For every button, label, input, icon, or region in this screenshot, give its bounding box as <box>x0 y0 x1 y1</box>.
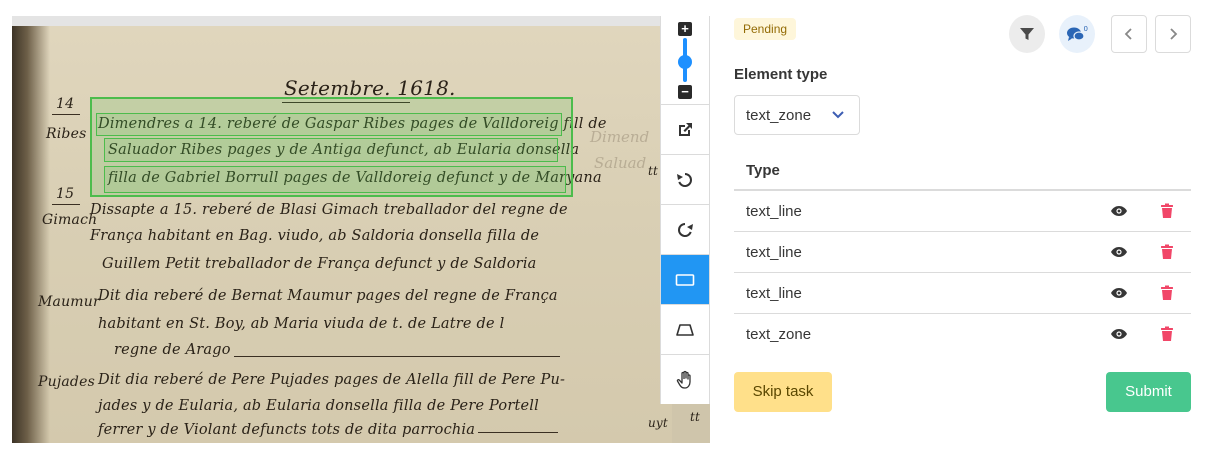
margin-note: 14 <box>56 96 75 112</box>
rotate-right-button[interactable] <box>661 205 709 255</box>
rotate-left-icon <box>677 172 692 187</box>
margin-rule <box>52 114 80 115</box>
table-row[interactable]: text_zone <box>734 314 1191 355</box>
right-mark: uyt <box>648 416 668 430</box>
manuscript-line: jades y de Eularia, ab Eularia donsella … <box>98 398 539 414</box>
filter-icon <box>1020 28 1034 40</box>
zoom-out-button[interactable]: − <box>678 85 692 99</box>
trash-icon[interactable] <box>1160 244 1174 260</box>
skip-task-button[interactable]: Skip task <box>734 372 832 412</box>
viewer-toolbar: + − <box>660 16 710 404</box>
rotate-left-button[interactable] <box>661 155 709 205</box>
polygon-tool-icon <box>676 323 694 336</box>
manuscript-line: regne de Arago <box>114 342 231 358</box>
right-mark: tt <box>648 164 659 178</box>
eye-icon[interactable] <box>1110 328 1128 340</box>
svg-text:0: 0 <box>1084 25 1088 33</box>
open-external-icon <box>679 122 692 136</box>
trash-icon[interactable] <box>1160 326 1174 342</box>
row-type: text_line <box>746 244 802 261</box>
manuscript-line: Dissapte a 15. reberé de Blasi Gimach tr… <box>90 202 568 218</box>
comments-icon: 0 <box>1067 25 1088 41</box>
viewer-top-strip <box>12 16 672 26</box>
bleed-through-text: Dimend <box>590 128 650 146</box>
previous-button[interactable] <box>1111 15 1147 53</box>
line-filler-rule <box>234 356 560 357</box>
chevron-right-icon <box>1170 28 1178 40</box>
filter-button[interactable] <box>1009 15 1045 53</box>
manuscript-line: Dit dia reberé de Pere Pujades pages de … <box>98 372 566 388</box>
row-type: text_line <box>746 285 802 302</box>
rectangle-tool-button[interactable] <box>661 255 709 305</box>
manuscript-line: habitant en St. Boy, ab Maria viuda de t… <box>98 316 505 332</box>
pan-hand-icon <box>676 370 691 389</box>
table-row[interactable]: text_line <box>734 273 1191 314</box>
margin-note: Ribes <box>46 126 87 142</box>
chevron-left-icon <box>1124 28 1132 40</box>
table-header-type: Type <box>734 150 1191 191</box>
manuscript-line: ferrer y de Violant defuncts tots de dit… <box>98 422 476 438</box>
pan-tool-button[interactable] <box>661 355 709 405</box>
eye-icon[interactable] <box>1110 205 1128 217</box>
margin-rule <box>52 204 80 205</box>
annotation-text-line[interactable] <box>104 138 558 162</box>
rotate-right-icon <box>678 222 693 237</box>
manuscript-line: Guillem Petit treballador de França defu… <box>102 256 537 272</box>
zoom-slider-thumb[interactable] <box>678 54 692 69</box>
right-mark: tt <box>690 410 701 424</box>
chevron-down-icon <box>832 111 844 119</box>
eye-icon[interactable] <box>1110 287 1128 299</box>
margin-note: Maumur <box>38 294 100 310</box>
eye-icon[interactable] <box>1110 246 1128 258</box>
table-row[interactable]: text_line <box>734 191 1191 232</box>
margin-note: Pujades <box>38 374 95 390</box>
bleed-through-text: Saluad <box>594 154 647 172</box>
submit-button[interactable]: Submit <box>1106 372 1191 412</box>
element-type-label: Element type <box>734 66 828 83</box>
zoom-control: + − <box>661 16 709 105</box>
comments-button[interactable]: 0 <box>1059 15 1095 53</box>
manuscript-line: França habitant en Bag. viudo, ab Saldor… <box>90 228 540 244</box>
table-row[interactable]: text_line <box>734 232 1191 273</box>
trash-icon[interactable] <box>1160 285 1174 301</box>
row-type: text_zone <box>746 326 812 343</box>
next-button[interactable] <box>1155 15 1191 53</box>
row-type: text_line <box>746 203 802 220</box>
zoom-in-button[interactable]: + <box>678 22 692 36</box>
rectangle-tool-icon <box>675 273 695 286</box>
manuscript-line: Dit dia reberé de Bernat Maumur pages de… <box>98 288 558 304</box>
margin-note: 15 <box>56 186 75 202</box>
document-viewer[interactable]: Setembre. 1618. 14 Ribes 15 Gimach Maumu… <box>12 16 710 443</box>
trash-icon[interactable] <box>1160 203 1174 219</box>
polygon-tool-button[interactable] <box>661 305 709 355</box>
element-type-select[interactable]: text_zone <box>734 95 860 135</box>
line-filler-rule <box>478 432 558 433</box>
status-badge: Pending <box>734 18 797 40</box>
annotation-text-line[interactable] <box>104 166 566 193</box>
elements-table: Type text_line text_line text_line text_… <box>734 150 1191 355</box>
annotation-text-line[interactable] <box>96 113 562 136</box>
open-external-button[interactable] <box>661 105 709 155</box>
element-type-value: text_zone <box>746 106 812 124</box>
